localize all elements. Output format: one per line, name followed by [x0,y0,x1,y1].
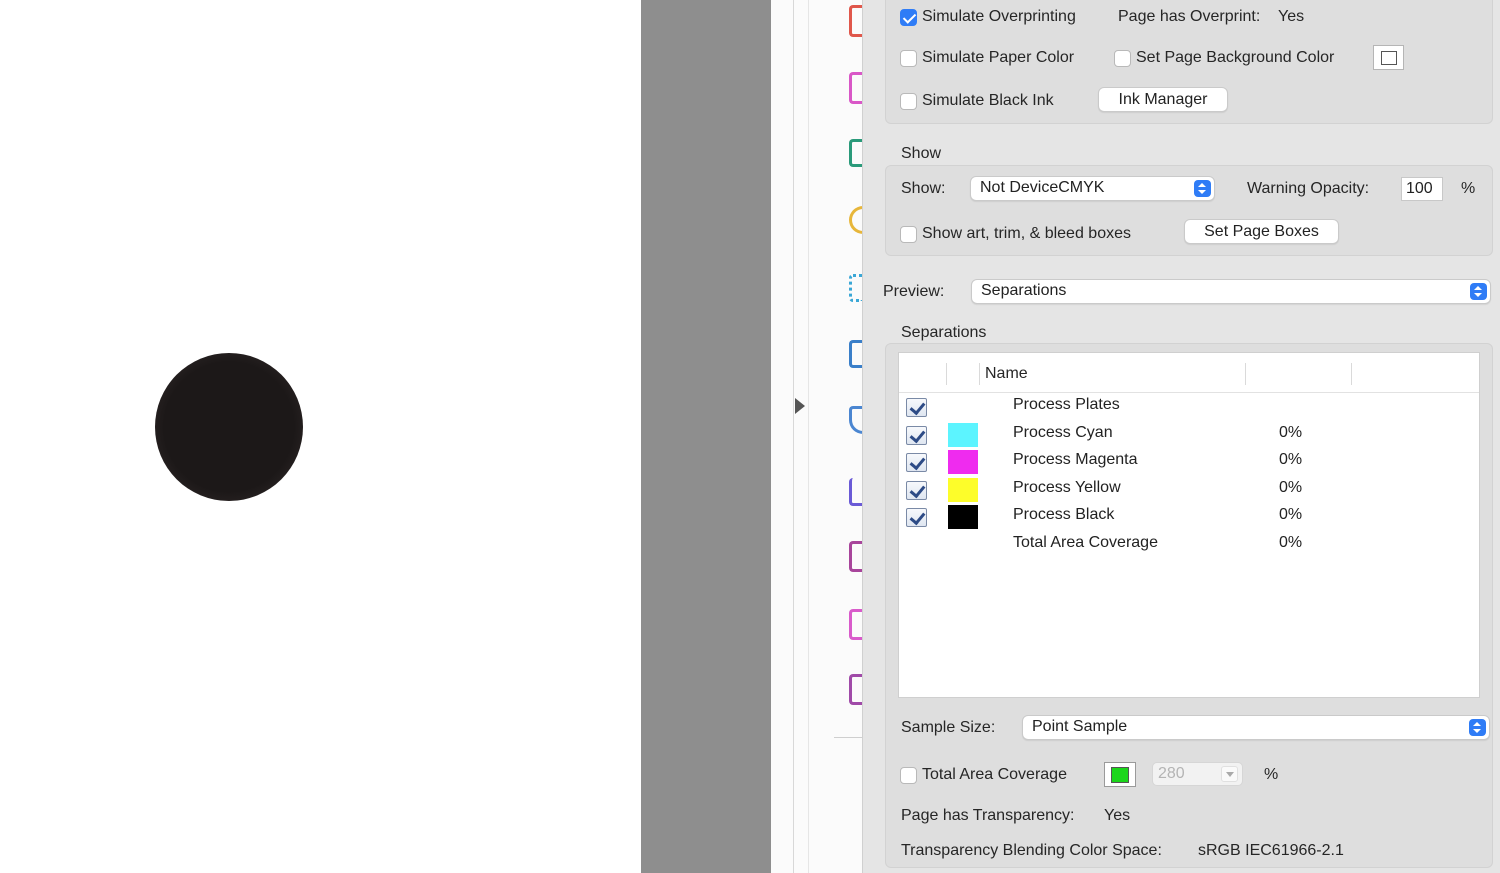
plate-visibility-checkbox[interactable] [906,453,927,472]
warning-opacity-input[interactable]: 100 [1401,177,1443,201]
table-row[interactable]: Process Yellow 0% [899,476,1479,503]
table-row[interactable]: Process Cyan 0% [899,421,1479,448]
column-divider [979,363,980,385]
warning-opacity-unit: % [1461,180,1476,197]
plate-percent: 0% [1279,479,1303,496]
set-page-background-color-checkbox[interactable] [1114,50,1131,67]
separations-heading: Separations [901,324,987,341]
coverage-unit: % [1264,766,1279,783]
divider [834,737,862,738]
plate-name: Process Magenta [1013,451,1138,468]
simulate-black-ink-label: Simulate Black Ink [922,92,1054,109]
name-column-header[interactable]: Name [985,365,1028,383]
column-divider [1351,363,1352,385]
preview-dropdown[interactable]: Separations [971,279,1491,304]
page-has-transparency-value: Yes [1104,807,1131,824]
popup-stepper-icon [1194,180,1211,197]
sample-size-dropdown[interactable]: Point Sample [1022,715,1490,740]
coverage-limit-value: 280 [1158,765,1185,782]
show-dropdown-value: Not DeviceCMYK [980,179,1105,196]
plate-percent: 0% [1279,424,1303,441]
page-has-overprint-label: Page has Overprint: [1118,8,1261,25]
simulate-black-ink-checkbox[interactable] [900,93,917,110]
tools-pane [771,0,865,873]
page-has-transparency-label: Page has Transparency: [901,807,1075,824]
plate-name: Process Plates [1013,396,1120,413]
separations-table: Name Process Plates Process Cyan 0% Process… [898,352,1480,698]
expand-arrow-icon[interactable] [795,398,805,414]
plate-visibility-checkbox[interactable] [906,426,927,445]
plate-name: Process Cyan [1013,424,1113,441]
background-color-swatch[interactable] [1373,45,1404,70]
plate-name: Total Area Coverage [1013,534,1158,551]
preview-label: Preview: [883,283,945,300]
output-preview-panel: Simulate Overprinting Page has Overprint… [862,0,1500,873]
black-dot-graphic [155,353,303,501]
page-has-overprint-value: Yes [1278,8,1305,25]
plate-percent: 0% [1279,506,1303,523]
plate-visibility-checkbox[interactable] [906,508,927,527]
coverage-limit-combo[interactable]: 280 [1152,762,1243,786]
plate-percent: 0% [1279,451,1303,468]
sample-size-value: Point Sample [1032,718,1128,735]
popup-stepper-icon [1469,719,1486,736]
total-area-coverage-label: Total Area Coverage [922,766,1067,783]
show-dropdown[interactable]: Not DeviceCMYK [970,176,1215,201]
document-page [0,0,641,873]
column-divider [946,363,947,385]
sample-size-label: Sample Size: [901,719,996,736]
table-row[interactable]: Process Plates [899,393,1479,420]
total-area-coverage-checkbox[interactable] [900,767,917,784]
plate-name: Process Yellow [1013,479,1121,496]
plate-visibility-checkbox[interactable] [906,398,927,417]
preview-dropdown-value: Separations [981,282,1067,299]
show-label: Show: [901,180,946,197]
plate-percent: 0% [1279,534,1303,551]
simulate-overprinting-label: Simulate Overprinting [922,8,1076,25]
blending-space-value: sRGB IEC61966-2.1 [1198,842,1344,859]
ink-swatch [948,423,978,447]
divider [808,0,809,873]
show-section-heading: Show [901,145,942,162]
plate-name: Process Black [1013,506,1115,523]
coverage-color-swatch[interactable] [1104,762,1136,787]
chevron-down-icon[interactable] [1221,766,1238,782]
table-row[interactable]: Process Magenta 0% [899,448,1479,475]
table-row[interactable]: Process Black 0% [899,503,1479,530]
ink-swatch [948,450,978,474]
set-page-boxes-button[interactable]: Set Page Boxes [1184,219,1339,244]
document-gutter [641,0,771,873]
ink-manager-button[interactable]: Ink Manager [1098,87,1228,112]
show-boxes-label: Show art, trim, & bleed boxes [922,225,1131,242]
ink-swatch [948,505,978,529]
warning-opacity-label: Warning Opacity: [1247,180,1370,197]
simulate-overprinting-checkbox[interactable] [900,9,917,26]
simulate-paper-color-label: Simulate Paper Color [922,49,1075,66]
show-boxes-checkbox[interactable] [900,226,917,243]
divider [793,0,794,873]
ink-swatch [948,478,978,502]
table-header: Name [899,353,1479,393]
table-row[interactable]: Total Area Coverage 0% [899,531,1479,558]
simulate-paper-color-checkbox[interactable] [900,50,917,67]
plate-visibility-checkbox[interactable] [906,481,927,500]
set-page-background-color-label: Set Page Background Color [1136,49,1335,66]
popup-stepper-icon [1470,283,1487,300]
column-divider [1245,363,1246,385]
blending-space-label: Transparency Blending Color Space: [901,842,1162,859]
